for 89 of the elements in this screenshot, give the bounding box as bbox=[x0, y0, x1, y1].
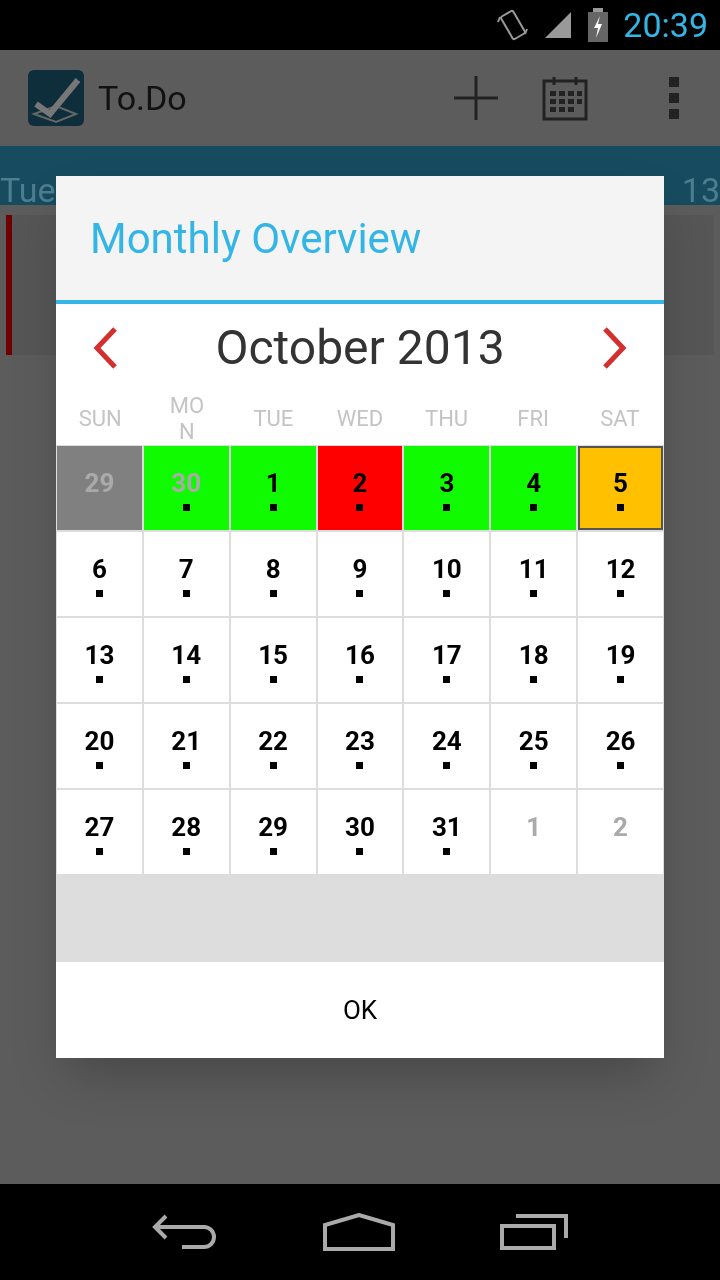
home-icon[interactable] bbox=[323, 1213, 395, 1251]
day-cell[interactable]: 30 bbox=[317, 790, 403, 874]
month-title: October 2013 bbox=[215, 318, 505, 378]
day-cell[interactable]: 23 bbox=[317, 704, 403, 788]
vibrate-icon bbox=[497, 7, 530, 43]
day-cell[interactable]: 9 bbox=[317, 532, 403, 616]
day-number: 1 bbox=[526, 813, 542, 840]
day-cell[interactable]: 28 bbox=[143, 790, 229, 874]
day-cell[interactable]: 19 bbox=[578, 618, 663, 702]
day-number: 10 bbox=[431, 555, 462, 582]
day-number: 20 bbox=[84, 727, 115, 754]
clock-time: 20:39 bbox=[623, 8, 708, 42]
day-number: 7 bbox=[178, 555, 194, 582]
day-number: 24 bbox=[431, 727, 462, 754]
weekday-label: WED bbox=[335, 405, 385, 432]
day-cell[interactable]: 6 bbox=[57, 532, 142, 616]
recent-apps-icon[interactable] bbox=[499, 1214, 568, 1250]
next-month-icon[interactable] bbox=[602, 326, 628, 370]
day-number: 2 bbox=[352, 469, 368, 496]
weekday-label: SAT bbox=[599, 405, 641, 432]
weekday-label: THU bbox=[424, 405, 470, 432]
weekday-label: TUE bbox=[252, 405, 295, 432]
previous-month-icon[interactable] bbox=[92, 326, 118, 370]
day-number: 27 bbox=[84, 813, 115, 840]
day-cell[interactable]: 24 bbox=[404, 704, 490, 788]
day-cell[interactable]: 5 bbox=[578, 446, 663, 530]
signal-icon bbox=[543, 10, 574, 40]
add-icon[interactable] bbox=[452, 74, 500, 122]
day-number: 9 bbox=[352, 555, 368, 582]
day-number: 22 bbox=[258, 727, 289, 754]
day-cell[interactable]: 25 bbox=[491, 704, 577, 788]
day-cell[interactable]: 18 bbox=[491, 618, 577, 702]
day-number: 1 bbox=[265, 469, 281, 496]
ok-button[interactable]: OK bbox=[56, 962, 664, 1058]
day-cell[interactable]: 7 bbox=[143, 532, 229, 616]
day-cell[interactable]: 17 bbox=[404, 618, 490, 702]
day-number: 5 bbox=[613, 469, 628, 496]
day-number: 14 bbox=[171, 641, 202, 668]
day-number: 6 bbox=[91, 555, 107, 582]
day-cell[interactable]: 15 bbox=[230, 618, 316, 702]
day-number: 28 bbox=[171, 813, 202, 840]
weekday-label: FRI bbox=[516, 405, 550, 432]
day-number: 30 bbox=[345, 813, 375, 840]
day-number: 3 bbox=[439, 469, 455, 496]
back-icon[interactable] bbox=[152, 1214, 219, 1250]
day-cell[interactable]: 14 bbox=[143, 618, 229, 702]
day-number: 17 bbox=[431, 641, 462, 668]
day-cell[interactable]: 1 bbox=[230, 446, 316, 530]
day-number: 30 bbox=[171, 469, 202, 496]
day-cell[interactable]: 26 bbox=[578, 704, 663, 788]
day-number: 26 bbox=[605, 727, 636, 754]
day-cell[interactable]: 2 bbox=[317, 446, 403, 530]
day-cell[interactable]: 31 bbox=[404, 790, 490, 874]
day-cell[interactable]: 29 bbox=[230, 790, 316, 874]
dialog-title: Monthly Overview bbox=[90, 212, 422, 265]
day-cell[interactable]: 20 bbox=[57, 704, 142, 788]
day-cell[interactable]: 22 bbox=[230, 704, 316, 788]
weekday-label: MO N bbox=[168, 392, 205, 445]
day-cell[interactable]: 27 bbox=[57, 790, 142, 874]
day-cell[interactable]: 12 bbox=[578, 532, 663, 616]
overflow-menu-icon[interactable] bbox=[668, 77, 680, 119]
day-cell[interactable]: 10 bbox=[404, 532, 490, 616]
day-number: 25 bbox=[518, 727, 549, 754]
day-number: 19 bbox=[605, 641, 636, 668]
battery-charging-icon bbox=[587, 8, 610, 42]
day-cell[interactable]: 21 bbox=[143, 704, 229, 788]
day-number: 29 bbox=[258, 813, 289, 840]
day-cell[interactable]: 8 bbox=[230, 532, 316, 616]
day-number: 16 bbox=[345, 641, 375, 668]
day-number: 2 bbox=[613, 813, 628, 840]
app-title: To.Do bbox=[98, 76, 187, 120]
day-number: 18 bbox=[518, 641, 549, 668]
day-cell[interactable]: 16 bbox=[317, 618, 403, 702]
day-number: 31 bbox=[431, 813, 462, 840]
day-cell[interactable]: 4 bbox=[491, 446, 577, 530]
day-number: 11 bbox=[518, 555, 549, 582]
day-cell[interactable]: 13 bbox=[57, 618, 142, 702]
day-number: 21 bbox=[171, 727, 202, 754]
day-number: 15 bbox=[258, 641, 289, 668]
app-logo-icon bbox=[28, 70, 84, 126]
day-number: 23 bbox=[345, 727, 375, 754]
day-number: 13 bbox=[84, 641, 115, 668]
day-cell[interactable]: 11 bbox=[491, 532, 577, 616]
day-cell[interactable]: 3 bbox=[404, 446, 490, 530]
day-number: 12 bbox=[605, 555, 636, 582]
calendar-icon[interactable] bbox=[542, 75, 588, 121]
day-number: 8 bbox=[265, 555, 281, 582]
day-number: 4 bbox=[526, 469, 542, 496]
weekday-label: SUN bbox=[77, 405, 123, 432]
